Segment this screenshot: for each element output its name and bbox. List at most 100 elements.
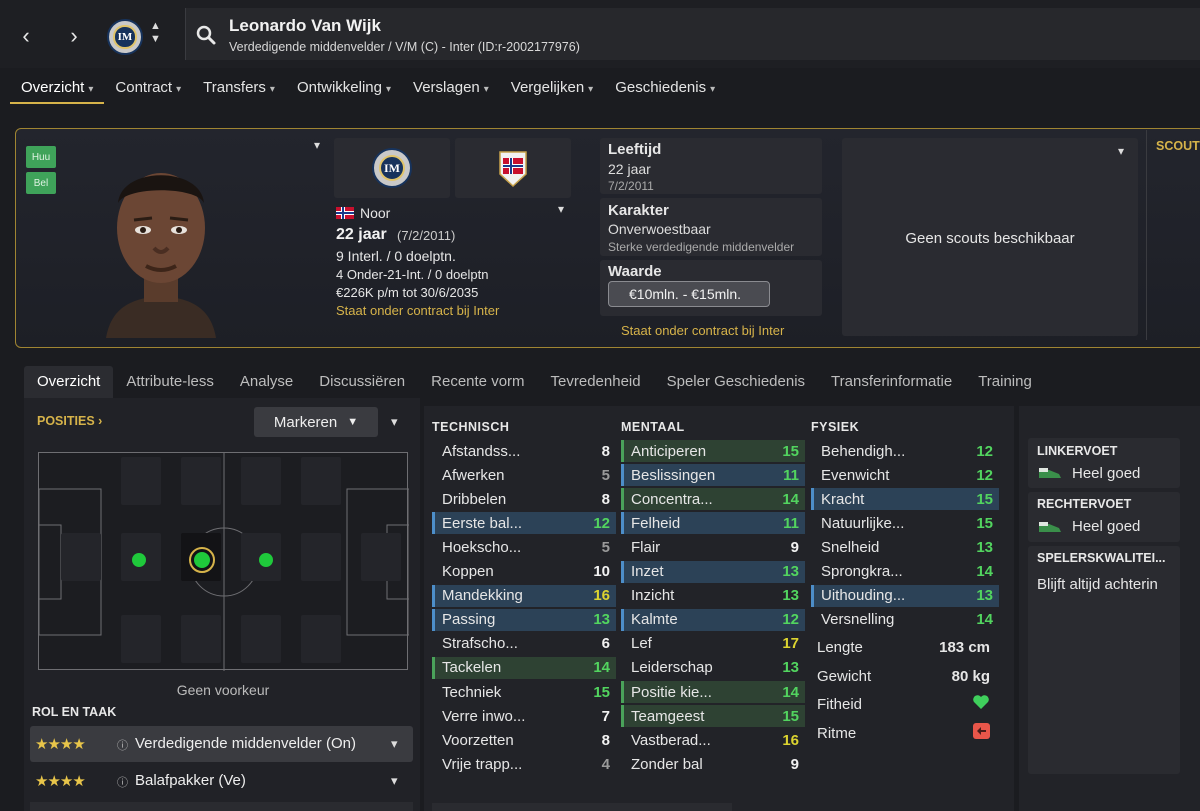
attribute-value: 13 xyxy=(782,659,799,677)
nationality-chevron-icon[interactable]: ▾ xyxy=(558,202,564,216)
boot-icon xyxy=(1037,466,1063,485)
attribute-row-fysiek[interactable]: Behendigh... 12 xyxy=(811,440,999,462)
tab-geschiedenis[interactable]: Geschiedenis ▾ xyxy=(604,72,726,104)
attribute-label: Zonder bal xyxy=(631,755,703,773)
positions-menu-chevron-icon[interactable]: ▾ xyxy=(391,414,398,430)
attribute-row-mentaal[interactable]: Positie kie... 14 xyxy=(621,681,805,703)
attribute-row-technisch[interactable]: Techniek 15 xyxy=(432,681,616,703)
info-icon[interactable]: ⓘ xyxy=(117,737,128,753)
tab-verslagen[interactable]: Verslagen ▾ xyxy=(402,72,500,104)
contract-note-link[interactable]: Staat onder contract bij Inter xyxy=(621,323,784,338)
weight-row: Gewicht 80 kg xyxy=(817,667,990,685)
physical-extra: Lengte 183 cm Gewicht 80 kg Fitheid Ritme xyxy=(810,632,998,778)
attribute-row-mentaal[interactable]: Inzicht 13 xyxy=(621,585,805,607)
scout-header[interactable]: SCOUT xyxy=(1156,139,1200,153)
contract-status-link[interactable]: Staat onder contract bij Inter xyxy=(336,303,499,318)
attribute-row-technisch[interactable]: Hoekscho... 5 xyxy=(432,536,616,558)
subtab-speler-geschiedenis[interactable]: Speler Geschiedenis xyxy=(654,366,818,398)
subtab-recente-vorm[interactable]: Recente vorm xyxy=(418,366,537,398)
back-button[interactable]: ‹ xyxy=(12,20,40,52)
attribute-row-technisch[interactable]: Passing 13 xyxy=(432,608,616,631)
chevron-down-icon: ▾ xyxy=(710,84,716,95)
attribute-row-technisch[interactable]: Eerste bal... 12 xyxy=(432,512,616,535)
attribute-label: Beslissingen xyxy=(631,466,716,484)
attribute-row-fysiek[interactable]: Versnelling 14 xyxy=(811,609,999,631)
attribute-row-fysiek[interactable]: Evenwicht 12 xyxy=(811,464,999,486)
attribute-row-mentaal[interactable]: Teamgeest 15 xyxy=(621,705,805,728)
info-icon[interactable]: ⓘ xyxy=(117,774,128,790)
national-badge-box[interactable] xyxy=(455,138,571,198)
subtab-transferinformatie[interactable]: Transferinformatie xyxy=(818,366,965,398)
attribute-label: Evenwicht xyxy=(821,466,890,484)
position-dot-dmc-right[interactable] xyxy=(259,553,273,567)
subtab-training[interactable]: Training xyxy=(965,366,1045,398)
tab-transfers[interactable]: Transfers ▾ xyxy=(192,72,286,104)
subtab-discussieren[interactable]: Discussiëren xyxy=(306,366,418,398)
attribute-label: Strafscho... xyxy=(442,635,518,653)
value-range-tag[interactable]: €10mln. - €15mln. xyxy=(608,281,770,307)
attribute-row-technisch[interactable]: Verre inwo... 7 xyxy=(432,705,616,727)
attribute-value: 9 xyxy=(790,755,799,773)
attribute-row-technisch[interactable]: Afwerken 5 xyxy=(432,464,616,486)
attribute-row-mentaal[interactable]: Flair 9 xyxy=(621,536,805,558)
attribute-row-technisch[interactable]: Strafscho... 6 xyxy=(432,633,616,655)
attribute-row-technisch[interactable]: Dribbelen 8 xyxy=(432,488,616,510)
chevron-down-icon: ▾ xyxy=(588,84,594,95)
club-badge-box[interactable]: IM xyxy=(334,138,450,198)
tab-vergelijken[interactable]: Vergelijken ▾ xyxy=(500,72,604,104)
inter-crest-icon: IM xyxy=(113,25,137,49)
position-dot-natural[interactable] xyxy=(189,547,215,573)
norway-flag-icon xyxy=(336,206,354,219)
attribute-row-mentaal[interactable]: Leiderschap 13 xyxy=(621,657,805,679)
attribute-row-technisch[interactable]: Voorzetten 8 xyxy=(432,729,616,751)
tab-overzicht[interactable]: Overzicht ▾ xyxy=(10,72,105,104)
portrait-menu-chevron-icon[interactable]: ▾ xyxy=(314,138,320,152)
club-crest-button[interactable]: IM xyxy=(107,19,143,55)
attribute-row-fysiek[interactable]: Uithouding... 13 xyxy=(811,584,999,607)
attribute-label: Anticiperen xyxy=(631,442,707,460)
subtab-analyse[interactable]: Analyse xyxy=(227,366,306,398)
subtab-tevredenheid[interactable]: Tevredenheid xyxy=(538,366,654,398)
attribute-row-fysiek[interactable]: Kracht 15 xyxy=(811,488,999,511)
attribute-row-mentaal[interactable]: Beslissingen 11 xyxy=(621,464,805,487)
position-dot-dmc-left[interactable] xyxy=(132,553,146,567)
attribute-row-technisch[interactable]: Koppen 10 xyxy=(432,561,616,583)
tab-ontwikkeling[interactable]: Ontwikkeling ▾ xyxy=(286,72,402,104)
attribute-row-mentaal[interactable]: Kalmte 12 xyxy=(621,608,805,631)
role-2-label[interactable]: Balafpakker (Ve) xyxy=(135,772,246,789)
attribute-row-mentaal[interactable]: Lef 17 xyxy=(621,633,805,655)
player-dob: (7/2/2011) xyxy=(397,228,456,243)
attribute-row-technisch[interactable]: Tackelen 14 xyxy=(432,656,616,679)
role-2-stars: ★★★★ xyxy=(35,773,86,790)
attribute-row-technisch[interactable]: Afstandss... 8 xyxy=(432,440,616,462)
positions-header[interactable]: POSITIES › xyxy=(37,414,102,428)
attribute-row-mentaal[interactable]: Concentra... 14 xyxy=(621,488,805,511)
attribute-value: 12 xyxy=(976,466,993,484)
forward-button[interactable]: › xyxy=(60,20,88,52)
subtab-overzicht[interactable]: Overzicht xyxy=(24,366,114,398)
side-tag-loan[interactable]: Huu xyxy=(26,146,56,168)
attribute-row-fysiek[interactable]: Snelheid 13 xyxy=(811,536,999,558)
scouts-chevron-icon[interactable]: ▾ xyxy=(1118,144,1124,158)
attribute-row-technisch[interactable]: Mandekking 16 xyxy=(432,584,616,607)
attribute-row-mentaal[interactable]: Anticiperen 15 xyxy=(621,440,805,462)
tab-contract[interactable]: Contract ▾ xyxy=(104,72,192,104)
chevron-down-icon[interactable]: ▾ xyxy=(391,773,398,789)
attribute-row-fysiek[interactable]: Sprongkra... 14 xyxy=(811,561,999,583)
no-scouts-text: Geen scouts beschikbaar xyxy=(905,230,1075,247)
attribute-value: 11 xyxy=(783,514,799,532)
attribute-row-fysiek[interactable]: Natuurlijke... 15 xyxy=(811,512,999,534)
attribute-row-technisch[interactable]: Vrije trapp... 4 xyxy=(432,753,616,775)
side-tag-bel[interactable]: Bel xyxy=(26,172,56,194)
mark-dropdown[interactable]: Markeren ▼ xyxy=(254,407,378,437)
attribute-row-mentaal[interactable]: Felheid 11 xyxy=(621,512,805,535)
attribute-row-mentaal[interactable]: Zonder bal 9 xyxy=(621,753,805,775)
attribute-row-mentaal[interactable]: Inzet 13 xyxy=(621,560,805,583)
attribute-row-mentaal[interactable]: Vastberad... 16 xyxy=(621,729,805,751)
attribute-label: Afstandss... xyxy=(442,442,521,460)
club-switch-arrows[interactable]: ▲ ▼ xyxy=(150,20,161,46)
subtab-attribute-less[interactable]: Attribute-less xyxy=(113,366,227,398)
chevron-down-icon[interactable]: ▾ xyxy=(391,736,398,752)
attribute-value: 8 xyxy=(601,490,610,508)
inter-crest-icon: IM xyxy=(379,155,405,181)
